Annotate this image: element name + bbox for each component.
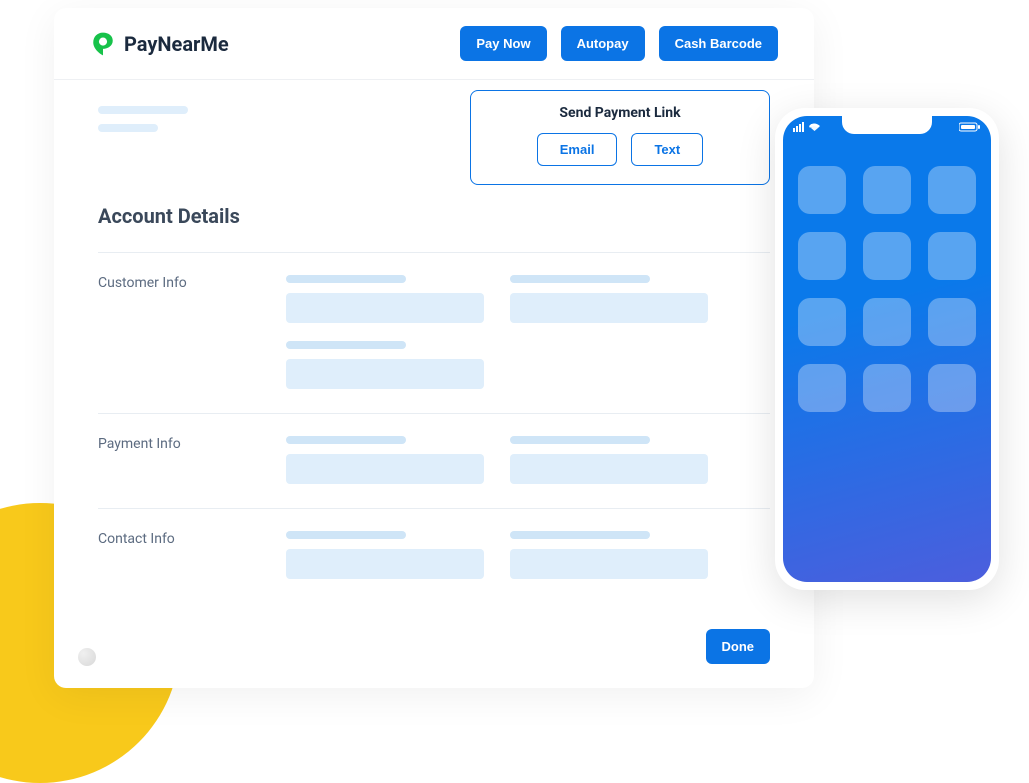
- placeholder-field: [286, 531, 484, 579]
- payment-info-section: Payment Info: [98, 413, 770, 508]
- payment-info-label: Payment Info: [98, 436, 258, 484]
- placeholder-field: [286, 275, 484, 323]
- app-icon: [798, 166, 846, 214]
- decorative-dot: [78, 648, 96, 666]
- done-button[interactable]: Done: [706, 629, 771, 664]
- customer-info-section: Customer Info: [98, 252, 770, 413]
- phone-screen: [783, 116, 991, 582]
- header-actions: Pay Now Autopay Cash Barcode: [460, 26, 778, 61]
- signal-wifi-icon: [793, 122, 823, 132]
- placeholder-field: [286, 341, 484, 389]
- card-header: PayNearMe Pay Now Autopay Cash Barcode: [54, 8, 814, 80]
- placeholder-field: [510, 436, 708, 484]
- autopay-button[interactable]: Autopay: [561, 26, 645, 61]
- app-icon: [798, 364, 846, 412]
- send-link-title: Send Payment Link: [489, 105, 751, 121]
- cash-barcode-button[interactable]: Cash Barcode: [659, 26, 778, 61]
- send-email-button[interactable]: Email: [537, 133, 618, 166]
- app-icon: [863, 232, 911, 280]
- phone-mockup: [775, 108, 999, 590]
- pay-now-button[interactable]: Pay Now: [460, 26, 546, 61]
- customer-info-label: Customer Info: [98, 275, 258, 389]
- send-text-button[interactable]: Text: [631, 133, 703, 166]
- app-icon: [863, 298, 911, 346]
- placeholder-field: [286, 436, 484, 484]
- app-icon: [863, 364, 911, 412]
- app-icon: [928, 166, 976, 214]
- card-body: Send Payment Link Email Text Account Det…: [54, 80, 814, 623]
- paynearme-logo-icon: [90, 31, 116, 57]
- app-icon: [798, 232, 846, 280]
- app-icon: [928, 232, 976, 280]
- phone-status-bar: [793, 122, 981, 132]
- brand-logo: PayNearMe: [90, 31, 229, 57]
- placeholder-field: [510, 275, 708, 323]
- app-icon: [798, 298, 846, 346]
- phone-app-grid: [797, 166, 977, 412]
- app-icon: [928, 364, 976, 412]
- account-details-heading: Account Details: [98, 204, 770, 228]
- account-card: PayNearMe Pay Now Autopay Cash Barcode S…: [54, 8, 814, 688]
- brand-name: PayNearMe: [124, 32, 229, 56]
- battery-icon: [959, 122, 981, 132]
- placeholder-field: [510, 531, 708, 579]
- contact-info-label: Contact Info: [98, 531, 258, 579]
- app-icon: [863, 166, 911, 214]
- contact-info-section: Contact Info: [98, 508, 770, 603]
- send-payment-link-panel: Send Payment Link Email Text: [470, 90, 770, 185]
- app-icon: [928, 298, 976, 346]
